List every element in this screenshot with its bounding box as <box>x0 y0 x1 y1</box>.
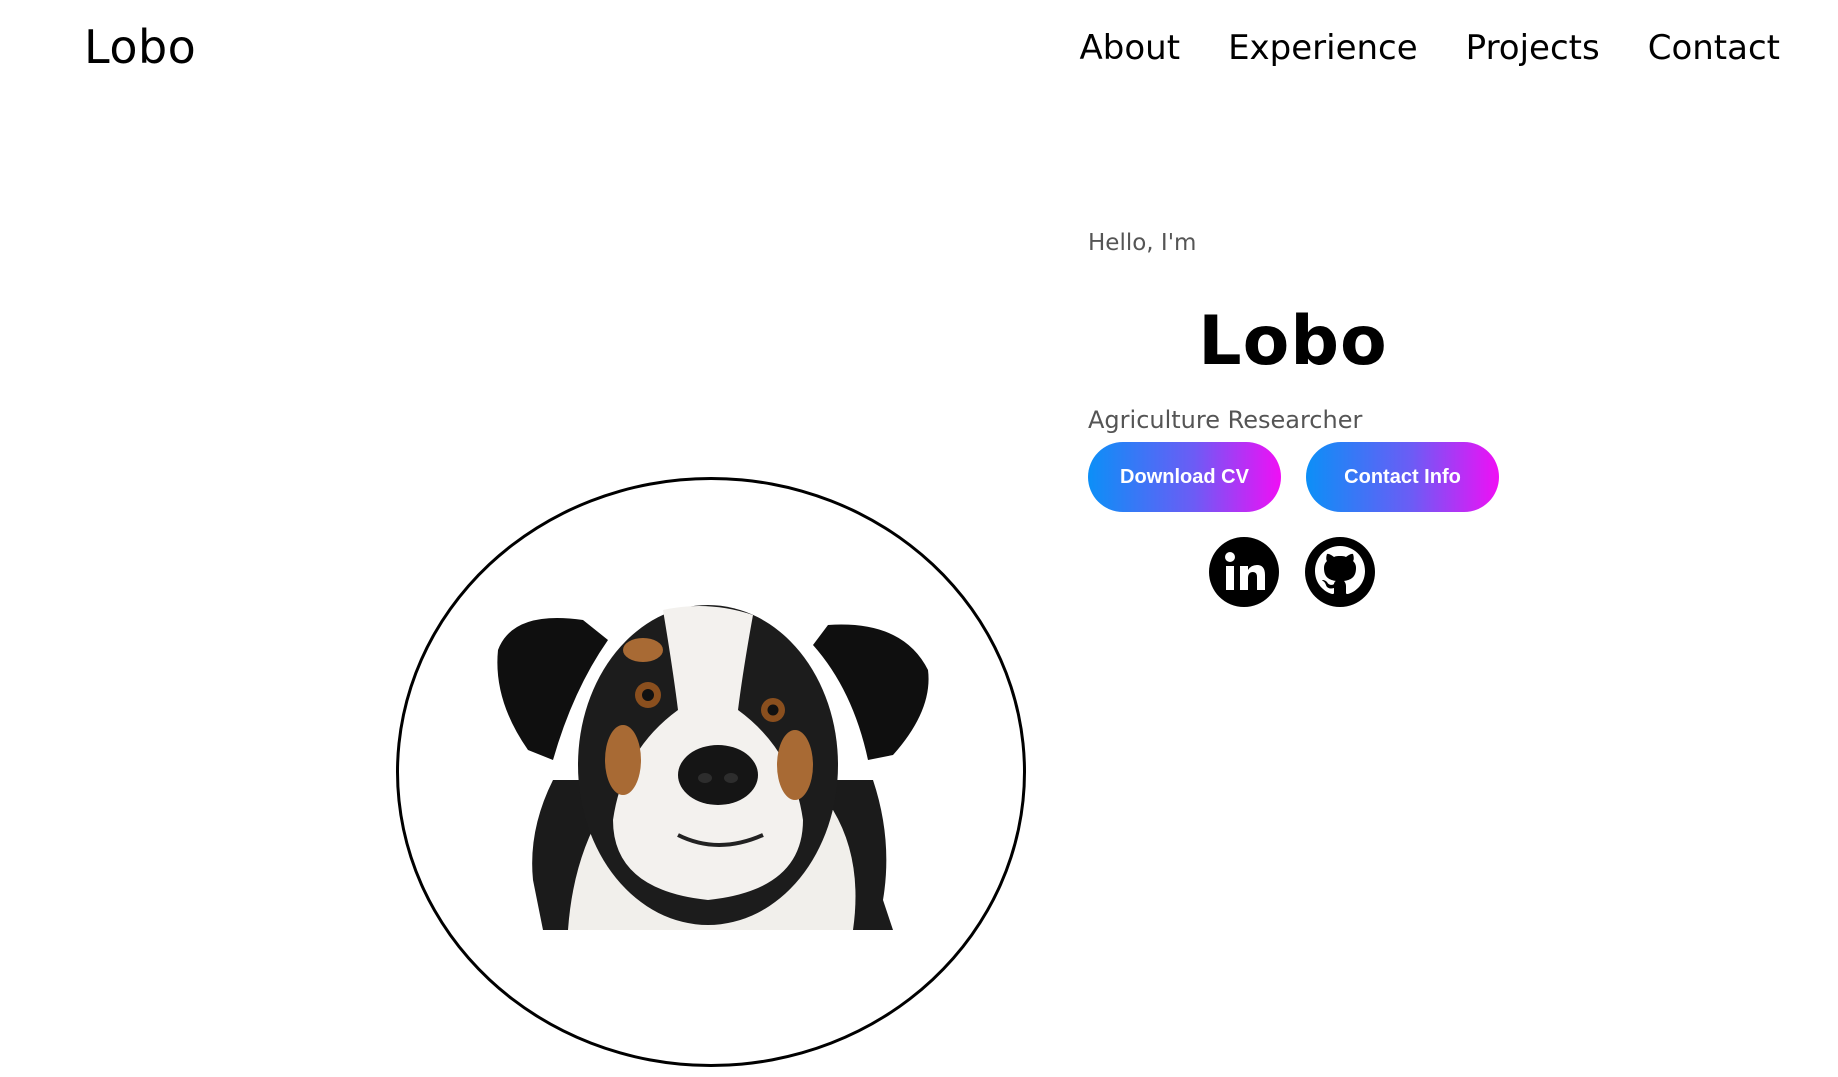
greeting-text: Hello, I'm <box>1088 230 1197 256</box>
profile-picture-frame <box>396 477 1026 1067</box>
nav-link-projects[interactable]: Projects <box>1466 28 1600 68</box>
contact-info-button[interactable]: Contact Info <box>1306 442 1499 512</box>
download-cv-button[interactable]: Download CV <box>1088 442 1281 512</box>
profile-text-section: Hello, I'm Lobo Agriculture Researcher D… <box>1088 230 1508 608</box>
profile-role: Agriculture Researcher <box>1088 406 1363 434</box>
site-logo[interactable]: Lobo <box>84 20 196 74</box>
linkedin-icon[interactable] <box>1208 536 1280 608</box>
nav-link-about[interactable]: About <box>1080 28 1181 68</box>
main-nav: About Experience Projects Contact <box>1080 28 1780 68</box>
dog-portrait-image <box>497 605 929 930</box>
nav-link-contact[interactable]: Contact <box>1648 28 1780 68</box>
button-row: Download CV Contact Info <box>1088 442 1508 512</box>
portfolio-page: Lobo About Experience Projects Contact H… <box>0 0 1838 1077</box>
profile-name: Lobo <box>1198 302 1388 381</box>
github-icon[interactable] <box>1304 536 1376 608</box>
social-links <box>1208 536 1508 608</box>
nav-link-experience[interactable]: Experience <box>1228 28 1418 68</box>
